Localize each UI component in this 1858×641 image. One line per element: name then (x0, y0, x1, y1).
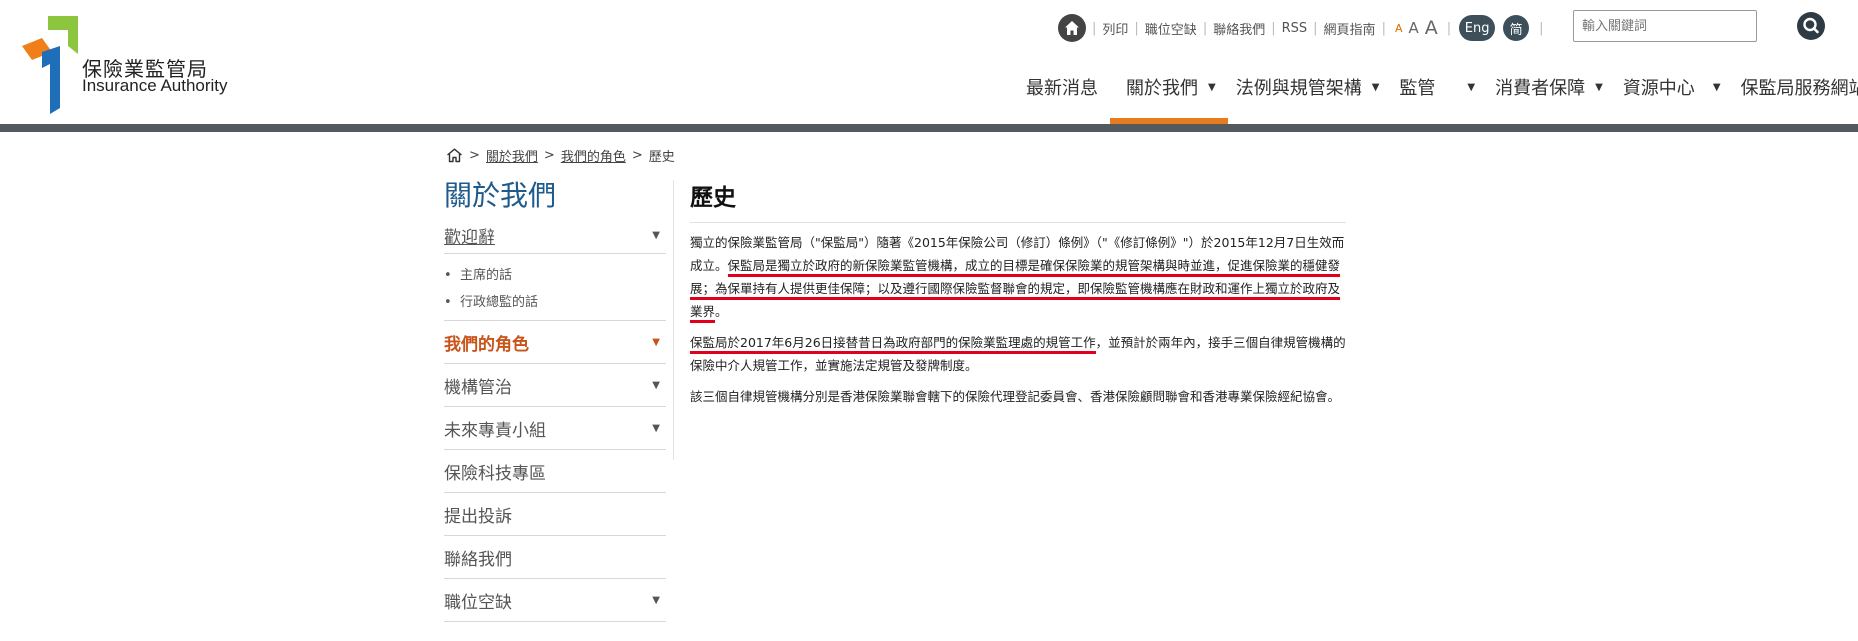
utility-bar: | 列印 | 職位空缺 | 聯絡我們 | RSS | 網頁指南 | A A A … (1058, 12, 1544, 44)
site-logo[interactable]: 保險業監管局 Insurance Authority (22, 16, 242, 114)
font-size-large-button[interactable]: A (1422, 17, 1441, 39)
history-paragraph-3: 該三個自律規管機構分別是香港保險業聯會轄下的保險代理登記委員會、香港保險顧問聯會… (690, 389, 1341, 404)
highlighted-text: 保監局於2017年6月26日接替昔日為政府部門的保險業監理處的規管工作 (690, 335, 1096, 354)
sidebar-subitem-ceo[interactable]: 行政總監的話 (444, 289, 666, 316)
chevron-down-icon: ▼ (652, 594, 660, 606)
highlighted-text: 保監局是獨立於政府的新保險業監管機構，成立的目標是確保保險業的規管架構與時並進，… (690, 258, 1341, 323)
sidebar-submenu-welcome: 主席的話 行政總監的話 (444, 254, 666, 321)
main-nav: 最新消息 關於我們 ▼ 法例與規管架構 ▼ 監管 ▼ 消費者保障 ▼ 資源中心 … (1018, 74, 1858, 124)
contact-link[interactable]: 聯絡我們 (1207, 19, 1271, 38)
print-link[interactable]: 列印 (1096, 19, 1134, 38)
nav-about-us[interactable]: 關於我們 ▼ (1110, 74, 1228, 124)
breadcrumb-about[interactable]: 關於我們 (486, 146, 538, 165)
nav-legislation[interactable]: 法例與規管架構 ▼ (1228, 74, 1392, 124)
breadcrumb-home[interactable] (446, 148, 463, 163)
logo-mark-icon (22, 16, 78, 114)
page-title: 歷史 (690, 178, 1346, 223)
search-input[interactable] (1573, 10, 1757, 42)
sidebar-item-our-role[interactable]: 我們的角色 ▼ (444, 321, 666, 364)
chevron-down-icon: ▼ (1467, 82, 1476, 93)
sidebar-item-welcome[interactable]: 歡迎辭 ▼ (444, 218, 666, 254)
sidebar-item-contact[interactable]: 聯絡我們 (444, 536, 666, 579)
breadcrumb-current: 歷史 (648, 150, 675, 165)
sidebar-subitem-chairman[interactable]: 主席的話 (444, 262, 666, 289)
site-header: 保險業監管局 Insurance Authority | 列印 | 職位空缺 |… (0, 0, 1858, 124)
home-icon (1065, 21, 1079, 35)
header-divider (0, 124, 1858, 132)
history-paragraph-1: 獨立的保險業監管局（"保監局"）隨著《2015年保險公司（修訂）條例》（"《修訂… (690, 231, 1346, 323)
sidebar: 關於我們 歡迎辭 ▼ 主席的話 行政總監的話 我們的角色 ▼ 機構管治 ▼ 未來… (444, 174, 666, 622)
lang-simplified-button[interactable]: 简 (1503, 15, 1530, 41)
history-paragraph-2: 保監局於2017年6月26日接替昔日為政府部門的保險業監理處的規管工作，並預計於… (690, 335, 1346, 373)
main-content: 歷史 獨立的保險業監管局（"保監局"）隨著《2015年保險公司（修訂）條例》（"… (690, 178, 1346, 408)
chevron-down-icon: ▼ (652, 336, 660, 348)
chevron-down-icon: ▼ (1595, 82, 1603, 93)
nav-news[interactable]: 最新消息 (1018, 74, 1110, 124)
chevron-down-icon: ▼ (652, 230, 660, 241)
column-divider (673, 180, 674, 460)
search-icon (1797, 12, 1825, 40)
font-size-medium-button[interactable]: A (1405, 19, 1421, 37)
sidebar-item-governance[interactable]: 機構管治 ▼ (444, 364, 666, 407)
nav-resources[interactable]: 資源中心 ▼ (1615, 74, 1733, 124)
chevron-down-icon: ▼ (1712, 82, 1721, 93)
chevron-down-icon: ▼ (652, 422, 660, 434)
sidebar-item-future-taskforce[interactable]: 未來專責小組 ▼ (444, 407, 666, 450)
site-guide-link[interactable]: 網頁指南 (1318, 19, 1382, 38)
nav-supervision[interactable]: 監管 ▼ (1391, 74, 1487, 124)
careers-link[interactable]: 職位空缺 (1139, 19, 1203, 38)
home-button[interactable] (1058, 14, 1086, 42)
sidebar-title: 關於我們 (444, 179, 557, 212)
home-icon (447, 148, 462, 163)
font-size-small-button[interactable]: A (1392, 22, 1406, 35)
lang-english-button[interactable]: Eng (1459, 15, 1496, 41)
logo-name-en: Insurance Authority (82, 76, 228, 95)
sidebar-item-complaints[interactable]: 提出投訴 (444, 493, 666, 536)
nav-consumer-protection[interactable]: 消費者保障 ▼ (1487, 74, 1615, 124)
nav-ia-services[interactable]: 保監局服務網站 ▼ (1733, 74, 1858, 124)
sidebar-item-careers[interactable]: 職位空缺 ▼ (444, 579, 666, 622)
sidebar-item-insurtech[interactable]: 保險科技專區 (444, 450, 666, 493)
breadcrumb-role[interactable]: 我們的角色 (561, 146, 626, 165)
breadcrumb: > 關於我們 > 我們的角色 > 歷史 (446, 146, 675, 165)
chevron-down-icon: ▼ (1208, 82, 1216, 93)
chevron-down-icon: ▼ (1371, 82, 1380, 93)
chevron-down-icon: ▼ (652, 379, 660, 391)
search-button[interactable] (1797, 12, 1825, 40)
rss-link[interactable]: RSS (1276, 21, 1314, 36)
